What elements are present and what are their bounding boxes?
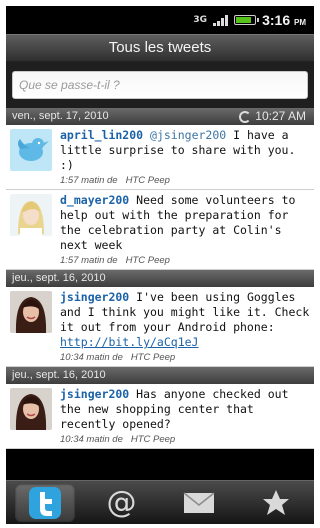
tweet-meta: 10:34 matin de HTC Peep: [60, 351, 310, 364]
page-title: Tous les tweets: [6, 34, 314, 62]
blonde-woman-avatar[interactable]: [10, 194, 52, 236]
battery-icon: [234, 15, 260, 25]
tweet-item[interactable]: jsinger200 I've been using Goggles and I…: [6, 287, 314, 367]
tweet-meta: 10:34 matin de HTC Peep: [60, 433, 310, 446]
star-icon: [262, 489, 289, 515]
at-mention-icon: @: [106, 484, 137, 520]
tweet-source: HTC Peep: [130, 434, 176, 445]
dark-haired-woman-avatar[interactable]: [10, 388, 52, 430]
battery-level: [236, 17, 252, 23]
tweet-mention[interactable]: @jsinger200: [150, 128, 226, 142]
dark-haired-woman-avatar[interactable]: [10, 291, 52, 333]
tweet-username[interactable]: april_lin200: [60, 128, 143, 142]
compose-input[interactable]: [12, 71, 308, 99]
tweet-item[interactable]: april_lin200 @jsinger200 I have a little…: [6, 125, 314, 190]
date-header: jeu., sept. 16, 2010: [6, 367, 314, 384]
refresh-icon: [239, 110, 252, 123]
date-label: ven., sept. 17, 2010: [12, 110, 109, 122]
tweet-item[interactable]: jsinger200 Has anyone checked out the ne…: [6, 384, 314, 449]
clock: 3:16 PM: [262, 12, 306, 28]
refresh-button[interactable]: 10:27 AM: [239, 108, 306, 125]
tweet-meta: 1:57 matin de HTC Peep: [60, 254, 310, 267]
date-header: jeu., sept. 16, 2010: [6, 270, 314, 287]
tweet-source: HTC Peep: [125, 255, 170, 266]
tweet-body: d_mayer200 Need some volunteers to help …: [60, 193, 310, 267]
tab-messages[interactable]: [169, 484, 229, 522]
tab-favorites[interactable]: [246, 484, 306, 522]
tab-all-tweets[interactable]: [14, 483, 75, 522]
status-bar: 3G 3:16 PM: [6, 6, 314, 34]
tweet-meta: 1:57 matin de HTC Peep: [60, 174, 310, 187]
twitter-t-icon: [28, 486, 61, 519]
tweet-link[interactable]: http://bit.ly/aCq1eJ: [60, 335, 198, 349]
tweet-username[interactable]: jsinger200: [60, 387, 129, 401]
tweet-source: HTC Peep: [130, 352, 176, 363]
tweet-time: 1:57 matin de: [60, 255, 118, 266]
tweet-body: jsinger200 I've been using Goggles and I…: [60, 290, 310, 364]
tweet-time: 10:34 matin de: [60, 352, 123, 363]
clock-time: 3:16: [262, 12, 291, 28]
signal-icon: [213, 14, 229, 26]
tweet-item[interactable]: d_mayer200 Need some volunteers to help …: [6, 190, 314, 270]
bottom-tab-bar: @: [6, 480, 314, 524]
refresh-time: 10:27 AM: [255, 109, 306, 123]
tweet-time: 10:34 matin de: [60, 434, 123, 445]
tweet-body: april_lin200 @jsinger200 I have a little…: [60, 128, 310, 187]
compose-area: [6, 62, 314, 108]
date-label: jeu., sept. 16, 2010: [12, 369, 106, 381]
tweet-body: jsinger200 Has anyone checked out the ne…: [60, 387, 310, 446]
tweet-time: 1:57 matin de: [60, 175, 118, 186]
tweet-username[interactable]: d_mayer200: [60, 193, 129, 207]
phone-screen: 3G 3:16 PM Tous les tweets ven., sept. 1…: [6, 6, 314, 524]
date-header: ven., sept. 17, 2010 10:27 AM: [6, 108, 314, 125]
tab-mentions[interactable]: @: [92, 484, 152, 522]
tweet-source: HTC Peep: [125, 175, 170, 186]
network-indicator: 3G: [193, 15, 208, 25]
envelope-icon: [183, 491, 214, 513]
clock-suffix: PM: [294, 18, 306, 27]
tweet-username[interactable]: jsinger200: [60, 290, 129, 304]
date-label: jeu., sept. 16, 2010: [12, 272, 106, 284]
twitter-bird-avatar[interactable]: [10, 129, 52, 171]
